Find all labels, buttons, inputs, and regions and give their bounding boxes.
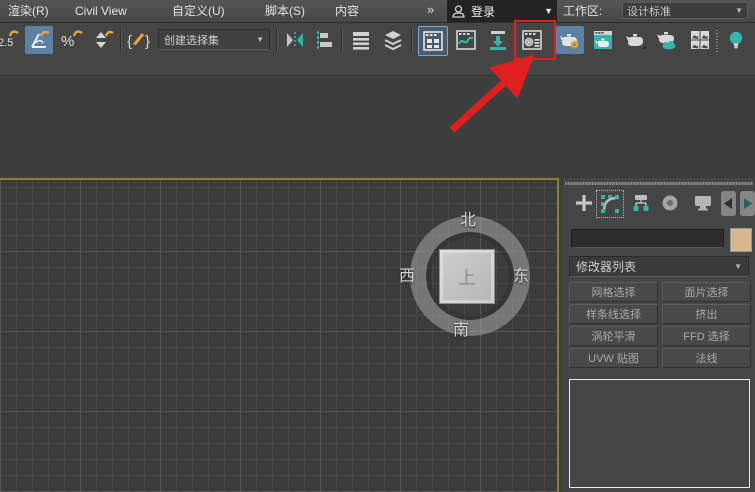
mirror-button[interactable] xyxy=(281,26,309,54)
tab-hierarchy[interactable] xyxy=(628,190,654,216)
modify-arc-icon xyxy=(601,195,619,213)
menu-customize[interactable]: 自定义(U) xyxy=(172,0,225,22)
svg-text:{: { xyxy=(127,33,132,50)
hierarchy-tree-icon xyxy=(633,195,649,211)
snap-toggle-2-5-button[interactable]: 2.5 xyxy=(0,26,22,54)
workspace-dropdown[interactable]: 设计标准 ▼ xyxy=(622,2,748,19)
spinner-snap-toggle-button[interactable] xyxy=(89,26,117,54)
viewcube-top-label: 上 xyxy=(458,267,476,288)
chevron-down-icon: ▼ xyxy=(544,6,553,16)
modifier-button-turbosmooth[interactable]: 涡轮平滑 xyxy=(569,326,658,346)
svg-text:%: % xyxy=(61,33,74,50)
chevron-down-icon: ▼ xyxy=(735,6,743,15)
menu-render[interactable]: 渲染(R) xyxy=(8,0,49,22)
modifier-button-uvw-map[interactable]: UVW 贴图 xyxy=(569,348,658,368)
toolbar-separator xyxy=(411,28,413,52)
modifier-button-mesh-select[interactable]: 网格选择 xyxy=(569,282,658,302)
object-color-swatch[interactable] xyxy=(730,228,752,252)
monitor-icon xyxy=(695,196,711,211)
panel-scroll-left-button[interactable] xyxy=(721,191,736,216)
chevron-down-icon: ▼ xyxy=(734,262,742,271)
percent-snap-toggle-button[interactable]: % xyxy=(57,26,85,54)
menu-bar: 渲染(R) Civil View 自定义(U) 脚本(S) 内容 » 登录 ▼ … xyxy=(0,0,755,23)
rendered-frame-window-button[interactable] xyxy=(589,26,617,54)
sign-in-label: 登录 xyxy=(471,4,496,19)
render-in-cloud-button[interactable] xyxy=(653,26,681,54)
modifier-list-label: 修改器列表 xyxy=(576,260,637,274)
sign-in-dropdown[interactable]: 登录 ▼ xyxy=(447,0,557,22)
modifier-button-extrude[interactable]: 挤出 xyxy=(662,304,751,324)
tab-motion[interactable] xyxy=(657,190,683,216)
user-icon xyxy=(451,4,466,19)
menu-scripting[interactable]: 脚本(S) xyxy=(265,0,305,22)
menu-content[interactable]: 内容 xyxy=(335,0,359,22)
main-toolbar: 2.5 % {} 创建选择集 ▼ xyxy=(0,23,755,76)
svg-text:}: } xyxy=(145,33,150,50)
modifier-list-dropdown[interactable]: 修改器列表 ▼ xyxy=(569,256,749,277)
toolbar-separator xyxy=(120,28,122,52)
modifier-button-normal[interactable]: 法线 xyxy=(662,348,751,368)
compass-north-label[interactable]: 北 xyxy=(460,206,476,230)
modifier-button-spline-select[interactable]: 样条线选择 xyxy=(569,304,658,324)
menu-civil-view[interactable]: Civil View xyxy=(75,0,127,22)
named-selection-set-value: 创建选择集 xyxy=(164,34,219,47)
svg-text:2.5: 2.5 xyxy=(0,37,13,49)
render-setup-button[interactable] xyxy=(556,26,584,54)
named-selection-set-dropdown[interactable]: 创建选择集 ▼ xyxy=(158,29,270,50)
toolbar-separator xyxy=(341,28,343,52)
panel-scroll-right-button[interactable] xyxy=(740,191,755,216)
schematic-view-button[interactable] xyxy=(484,26,512,54)
modifier-button-patch-select[interactable]: 面片选择 xyxy=(662,282,751,302)
tab-modify[interactable] xyxy=(596,190,624,218)
menu-overflow-chevron-icon[interactable]: » xyxy=(427,0,434,22)
tab-display[interactable] xyxy=(690,190,716,216)
tab-create[interactable] xyxy=(571,190,597,216)
curve-editor-button[interactable] xyxy=(452,26,480,54)
motion-wheel-icon xyxy=(662,195,678,211)
chevron-down-icon: ▼ xyxy=(256,35,264,44)
modifier-button-ffd-select[interactable]: FFD 选择 xyxy=(662,326,751,346)
edit-named-selection-sets-button[interactable]: {} xyxy=(124,26,154,54)
workspace-label: 工作区: xyxy=(563,4,603,18)
toggle-scene-explorer-button[interactable] xyxy=(379,26,407,54)
plus-icon xyxy=(576,195,592,211)
dock-area xyxy=(0,76,755,178)
viewcube[interactable]: 上 xyxy=(439,249,495,304)
modifier-stack-list[interactable] xyxy=(569,379,750,488)
workspace-value: 设计标准 xyxy=(627,5,671,18)
toggle-layer-explorer-button[interactable] xyxy=(347,26,375,54)
toolbar-separator xyxy=(276,28,278,52)
compass-east-label[interactable]: 东 xyxy=(513,262,529,286)
compass-west-label[interactable]: 西 xyxy=(399,262,415,286)
highlight-rectangle xyxy=(514,20,556,60)
toggle-ribbon-button[interactable] xyxy=(418,26,448,56)
viewport-top-view[interactable]: 上 北 南 西 东 xyxy=(0,178,559,492)
align-button[interactable] xyxy=(309,26,337,54)
panel-drag-grip[interactable] xyxy=(565,182,753,185)
a360-gallery-button[interactable] xyxy=(686,26,714,54)
default-lights-button[interactable] xyxy=(722,26,750,54)
object-name-field[interactable] xyxy=(571,229,724,248)
application-window: 渲染(R) Civil View 自定义(U) 脚本(S) 内容 » 登录 ▼ … xyxy=(0,0,755,492)
compass-south-label[interactable]: 南 xyxy=(453,316,469,340)
angle-snap-toggle-button[interactable] xyxy=(25,26,53,54)
toolbar-separator-dotted xyxy=(716,28,718,52)
command-panel: 修改器列表 ▼ 网格选择 面片选择 样条线选择 挤出 涡轮平滑 FFD 选择 U… xyxy=(563,178,755,492)
render-production-button[interactable] xyxy=(621,26,649,54)
